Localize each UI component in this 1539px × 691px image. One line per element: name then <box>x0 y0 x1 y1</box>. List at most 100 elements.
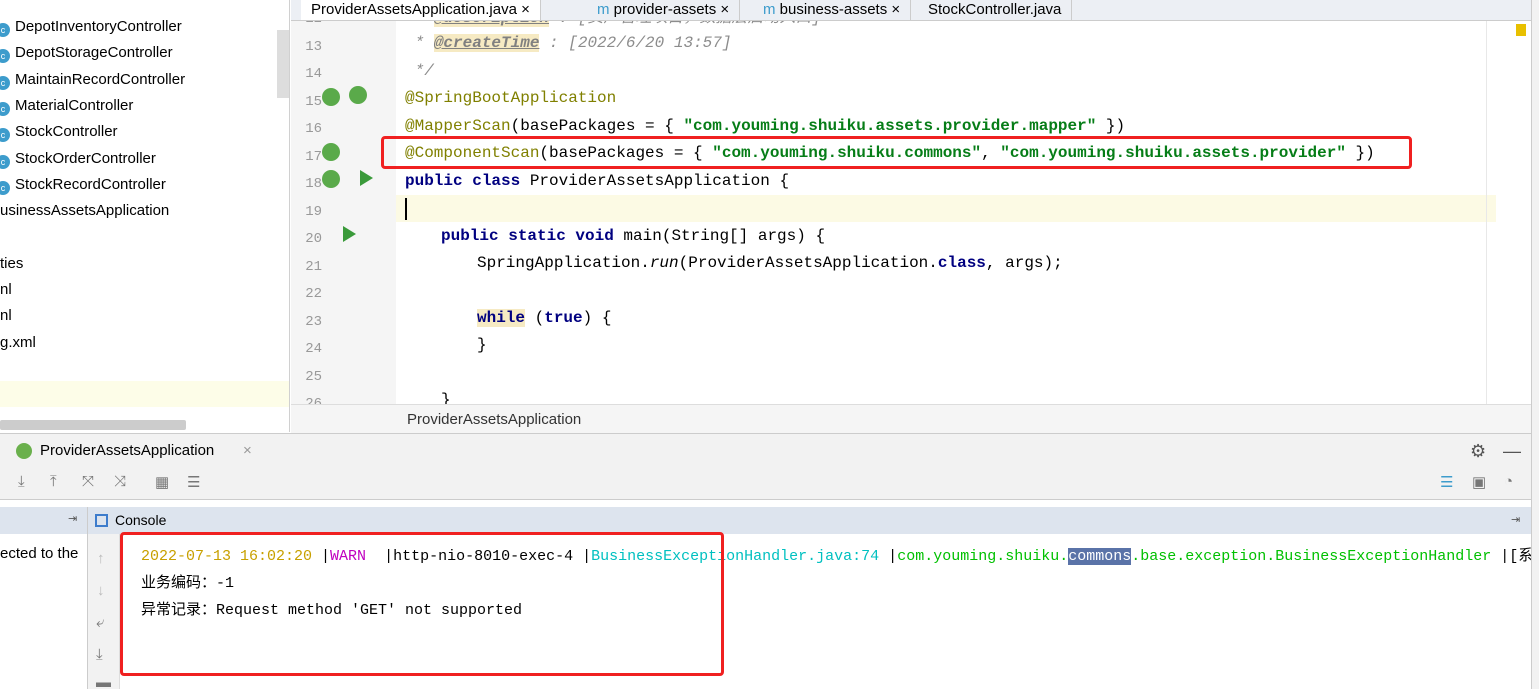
spring-bean-icon[interactable] <box>322 88 340 106</box>
tab-label: ProviderAssetsApplication.java <box>311 1 517 18</box>
line-number: 23 <box>305 313 322 330</box>
console-icon <box>95 514 108 527</box>
services-list: ⇥ ected to the <box>0 507 88 689</box>
line-number: 15 <box>305 93 322 110</box>
layout-icon[interactable]: ☰ <box>187 473 200 491</box>
tab-provider-assets[interactable]: m provider-assets × <box>587 0 741 20</box>
tab-label: StockController.java <box>928 1 1062 18</box>
run-panel-header: ProviderAssetsApplication × ⚙ — <box>0 433 1531 467</box>
item-label: usinessAssetsApplication <box>0 202 170 220</box>
class-icon: c <box>0 49 10 64</box>
spring-config-icon[interactable] <box>349 86 367 104</box>
gear-icon[interactable]: ⚙ <box>1470 434 1486 468</box>
code-line-21: SpringApplication.run(ProviderAssetsAppl… <box>477 254 1063 272</box>
table-icon[interactable]: ▦ <box>155 473 169 491</box>
highlight-box-componentscan <box>381 136 1412 169</box>
tab-business-assets[interactable]: m business-assets × <box>753 0 912 20</box>
item-label: nl <box>0 307 12 325</box>
project-tree-item[interactable]: nl <box>0 303 12 329</box>
right-tool-strip <box>1531 0 1539 689</box>
export-icon[interactable]: ⤒ <box>50 473 57 490</box>
horizontal-scrollbar[interactable] <box>0 420 186 430</box>
line-number: 19 <box>305 203 322 220</box>
soft-wrap-icon[interactable]: ⤶ <box>96 614 104 631</box>
scroll-to-end-icon[interactable]: ⤓ <box>96 646 103 663</box>
gauge-icon[interactable]: ◔ <box>1504 473 1513 490</box>
selected-row[interactable] <box>0 381 289 407</box>
line-number: 13 <box>305 38 322 55</box>
project-tree-item[interactable]: usinessAssetsApplication <box>0 198 169 224</box>
tab-provider-assets-application[interactable]: ProviderAssetsApplication.java × <box>301 0 541 20</box>
code-comment: */ <box>405 62 434 80</box>
exclude-icon[interactable]: ⤧ <box>82 473 94 490</box>
close-tab-icon[interactable]: × <box>243 434 252 468</box>
item-label: nl <box>0 281 12 298</box>
import-icon[interactable]: ⤓ <box>18 473 25 490</box>
sort-icon[interactable]: ⤨ <box>114 473 126 490</box>
class-icon: c <box>0 23 10 37</box>
inspect-icon[interactable]: ▣ <box>1472 473 1486 491</box>
project-tree-item[interactable]: c DepotInventoryController <box>0 14 182 40</box>
breadcrumb[interactable]: ProviderAssetsApplication <box>291 404 1531 433</box>
class-icon: c <box>0 154 10 169</box>
line-number: 18 <box>305 176 322 192</box>
class-icon: c <box>0 180 10 195</box>
console-tab[interactable]: Console <box>115 507 166 534</box>
project-tree-item[interactable]: ties <box>0 251 23 277</box>
code-editor[interactable]: * @description : [资产管理项目，数据层启动入口] * @cre… <box>396 11 1516 404</box>
code-line-24: } <box>477 336 487 354</box>
code-line-18: public class ProviderAssetsApplication { <box>405 172 790 190</box>
class-icon: c <box>0 101 10 116</box>
minimize-icon[interactable]: — <box>1503 434 1521 468</box>
down-arrow-icon[interactable]: ↓ <box>97 582 105 599</box>
javadoc-tag: @createTime <box>433 34 540 52</box>
database-icon[interactable]: ☰ <box>1440 473 1453 491</box>
code-comment: * <box>405 34 434 52</box>
line-number: 24 <box>305 341 322 357</box>
project-tree-item[interactable]: c StockOrderController <box>0 146 156 172</box>
spring-bean-icon[interactable] <box>322 170 340 188</box>
spring-bean-icon[interactable] <box>322 143 340 161</box>
project-tree-item[interactable]: c StockController <box>0 119 118 145</box>
project-tree-item[interactable]: nl <box>0 277 12 303</box>
project-tree-item[interactable]: c DepotStorageController <box>0 40 173 66</box>
item-label: StockOrderController <box>15 149 156 167</box>
code-comment: : [2022/6/20 13:57] <box>539 34 732 52</box>
text-cursor <box>405 198 407 220</box>
line-number: 21 <box>305 258 322 275</box>
print-icon[interactable]: ▬ <box>96 674 111 691</box>
project-panel: c DepotInventoryController c DepotStorageCo… <box>0 0 290 432</box>
class-icon: c <box>0 128 10 143</box>
run-main-icon[interactable] <box>343 226 356 242</box>
text-selection: commons <box>1068 548 1132 565</box>
line-number: 17 <box>305 148 322 165</box>
run-tab[interactable]: ProviderAssetsApplication <box>40 434 214 468</box>
item-label: DepotInventoryController <box>15 18 182 35</box>
pin-icon[interactable]: ⇥ <box>68 512 77 525</box>
code-line-26: } <box>441 391 451 404</box>
line-number: 25 <box>305 368 322 385</box>
tab-label: provider-assets <box>613 1 717 18</box>
class-icon: c <box>0 75 10 90</box>
line-number: 14 <box>305 66 322 82</box>
up-arrow-icon[interactable]: ↑ <box>97 550 105 567</box>
tab-stock-controller[interactable]: StockController.java <box>918 0 1073 20</box>
project-tree-item[interactable]: c StockRecordController <box>0 172 166 198</box>
item-label: StockController <box>15 123 118 141</box>
project-tree-item[interactable]: c MaterialController <box>0 93 133 119</box>
item-label: StockRecordController <box>15 175 166 193</box>
item-label: MaintainRecordController <box>15 70 186 88</box>
pin-icon[interactable]: ⇥ <box>1511 507 1520 534</box>
project-tree-item[interactable]: g.xml <box>0 330 36 356</box>
editor-tabs: ProviderAssetsApplication.java × m provi… <box>291 0 1531 21</box>
code-annotation: @SpringBootApplication <box>405 89 617 107</box>
warning-marker-icon[interactable] <box>1516 24 1526 36</box>
current-line <box>396 195 1496 222</box>
project-tree-item[interactable]: c MaintainRecordController <box>0 67 185 93</box>
tab-label: business-assets <box>779 1 888 18</box>
vertical-scrollbar[interactable] <box>277 30 289 98</box>
service-item[interactable]: ected to the <box>0 545 78 562</box>
console-toolbar: ↑ ↓ ⤶ ⤓ ▬ <box>88 534 120 691</box>
run-icon[interactable] <box>360 170 373 186</box>
right-margin <box>1486 11 1487 404</box>
